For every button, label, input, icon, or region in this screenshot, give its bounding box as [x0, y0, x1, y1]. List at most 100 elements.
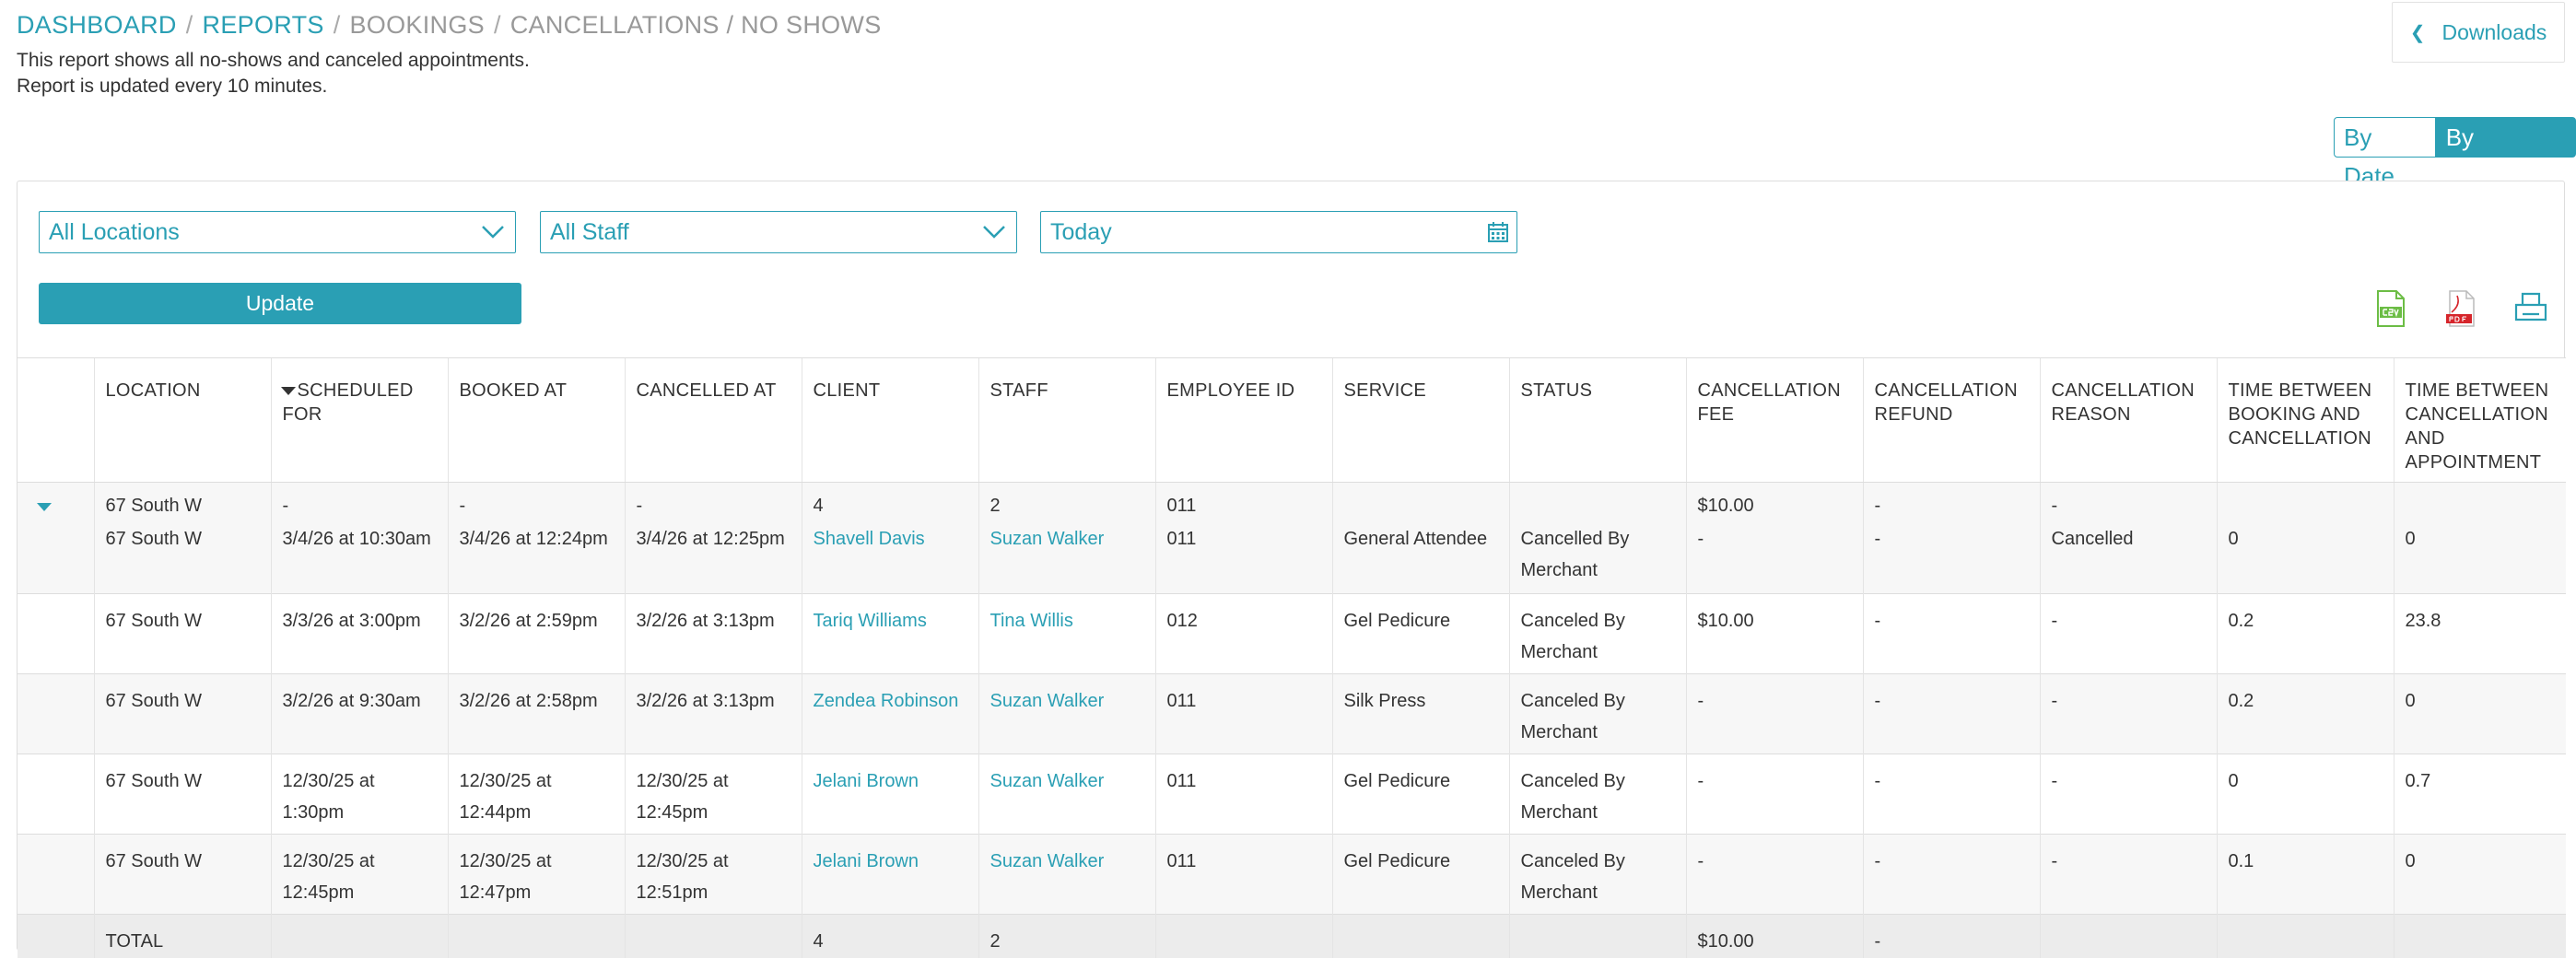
header-text: CANCELLATION — [2228, 428, 2371, 449]
cell-empty — [2393, 914, 2566, 958]
total-cancellation-fee: $10.00 — [1685, 914, 1863, 958]
header-text: BOOKING AND — [2228, 404, 2360, 425]
staff-link[interactable]: Suzan Walker — [990, 529, 1105, 549]
date-text: 12/30/25 at — [636, 851, 729, 871]
update-button[interactable]: Update — [39, 283, 521, 324]
cell-service: Silk Press — [1331, 673, 1509, 754]
location-select[interactable]: All Locations — [39, 211, 516, 253]
cell-time-cancellation-appointment: 0 — [2393, 673, 2566, 754]
cell-status: Cancelled By Merchant — [1508, 521, 1686, 594]
cell-time-cancellation-appointment: 0.7 — [2393, 754, 2566, 835]
breadcrumb-dashboard[interactable]: DASHBOARD — [17, 11, 177, 40]
date-range-value: Today — [1050, 219, 1112, 245]
time-text: 12:47pm — [459, 882, 532, 903]
header-location[interactable]: LOCATION — [93, 357, 271, 483]
staff-select[interactable]: All Staff — [540, 211, 1017, 253]
chevron-down-icon — [983, 226, 1005, 239]
header-time-booking-cancellation[interactable]: TIME BETWEEN BOOKING AND CANCELLATION — [2216, 357, 2394, 483]
client-link[interactable]: Jelani Brown — [814, 771, 919, 791]
by-date-toggle[interactable]: By Date — [2334, 117, 2436, 190]
cell-cancellation-reason: - — [2039, 482, 2217, 521]
downloads-button[interactable]: ❮ Downloads — [2392, 2, 2565, 63]
cell-time-cancellation-appointment: 0 — [2393, 521, 2566, 594]
breadcrumb: DASHBOARD / REPORTS / BOOKINGS / CANCELL… — [17, 11, 882, 40]
date-text: 12/30/25 at — [282, 771, 375, 791]
cell-scheduled-for: 3/3/26 at 3:00pm — [270, 593, 448, 674]
status-text: Merchant — [1520, 722, 1598, 742]
cell-empty — [1331, 914, 1509, 958]
header-text: CANCELLATION — [2405, 404, 2548, 425]
client-link[interactable]: Jelani Brown — [814, 851, 919, 871]
cell-employee-id: 012 — [1154, 593, 1332, 674]
header-booked-at[interactable]: BOOKED AT — [447, 357, 625, 483]
csv-icon[interactable] — [2371, 288, 2411, 329]
header-text: REFUND — [1874, 404, 1953, 425]
time-text: 12:44pm — [459, 802, 532, 823]
cell-location: 67 South W — [93, 673, 271, 754]
cell-client: Jelani Brown — [801, 834, 978, 915]
breadcrumb-separator: / — [333, 11, 341, 39]
header-text: REASON — [2051, 404, 2131, 425]
calendar-icon[interactable] — [1487, 221, 1509, 243]
header-cancellation-fee[interactable]: CANCELLATION FEE — [1685, 357, 1863, 483]
header-cancellation-reason[interactable]: CANCELLATION REASON — [2039, 357, 2217, 483]
cell-client: Zendea Robinson — [801, 673, 978, 754]
header-staff[interactable]: STAFF — [978, 357, 1155, 483]
cell-time-booking-cancellation: 0.2 — [2216, 673, 2394, 754]
header-cancelled-at[interactable]: CANCELLED AT — [624, 357, 802, 483]
cell-cancellation-fee: $10.00 — [1685, 593, 1863, 674]
client-link[interactable]: Zendea Robinson — [814, 691, 959, 711]
client-link[interactable]: Shavell Davis — [814, 529, 925, 549]
header-status[interactable]: STATUS — [1508, 357, 1686, 483]
date-text: 12/30/25 at — [282, 851, 375, 871]
table-header-row: LOCATION SCHEDULED FOR BOOKED AT CANCELLE… — [18, 357, 2566, 483]
cell-cancellation-reason: - — [2039, 593, 2217, 674]
client-link[interactable]: Tariq Williams — [814, 611, 927, 631]
cell-client: Jelani Brown — [801, 754, 978, 835]
cell-cancelled-at: - — [624, 482, 802, 521]
cell-employee-id: 011 — [1154, 673, 1332, 754]
group-expander[interactable] — [18, 482, 94, 521]
breadcrumb-current: CANCELLATIONS / NO SHOWS — [509, 11, 882, 39]
by-location-toggle[interactable]: By Location — [2435, 117, 2576, 190]
cell-cancellation-reason: - — [2039, 673, 2217, 754]
header-service[interactable]: SERVICE — [1331, 357, 1509, 483]
header-client[interactable]: CLIENT — [801, 357, 978, 483]
header-employee-id[interactable]: EMPLOYEE ID — [1154, 357, 1332, 483]
staff-link[interactable]: Tina Willis — [990, 611, 1073, 631]
cell-scheduled-for: 3/4/26 at 10:30am — [270, 521, 448, 594]
cell-empty — [624, 914, 802, 958]
header-cancellation-refund[interactable]: CANCELLATION REFUND — [1862, 357, 2040, 483]
date-range-picker[interactable]: Today — [1040, 211, 1517, 253]
date-text: 12/30/25 at — [636, 771, 729, 791]
time-text: 1:30pm — [282, 802, 345, 823]
header-time-cancellation-appointment[interactable]: TIME BETWEEN CANCELLATION AND APPOINTMENT — [2393, 357, 2566, 483]
staff-link[interactable]: Suzan Walker — [990, 851, 1105, 871]
cell-cancellation-refund: - — [1862, 482, 2040, 521]
pdf-icon[interactable] — [2441, 288, 2481, 329]
group-summary-row: 67 South W - - - 4 2 011 $10.00 - - — [18, 482, 2566, 521]
table-row: 67 South W 3/2/26 at 9:30am 3/2/26 at 2:… — [18, 673, 2566, 754]
cell-time-cancellation-appointment — [2393, 482, 2566, 521]
header-scheduled-for[interactable]: SCHEDULED FOR — [270, 357, 448, 483]
cell-time-booking-cancellation: 0 — [2216, 521, 2394, 594]
cell-service: Gel Pedicure — [1331, 754, 1509, 835]
breadcrumb-separator: / — [493, 11, 501, 39]
report-panel: All Locations All Staff Today Update LOC… — [17, 181, 2566, 958]
cell-cancellation-fee: - — [1685, 673, 1863, 754]
table-row: 67 South W 3/4/26 at 10:30am 3/4/26 at 1… — [18, 521, 2566, 594]
cell-scheduled-for: 12/30/25 at 1:30pm — [270, 754, 448, 835]
total-label: TOTAL — [93, 914, 271, 958]
breadcrumb-reports[interactable]: REPORTS — [203, 11, 324, 40]
staff-link[interactable]: Suzan Walker — [990, 691, 1105, 711]
staff-link[interactable]: Suzan Walker — [990, 771, 1105, 791]
time-text: 12:45pm — [282, 882, 355, 903]
cell-scheduled-for: 3/2/26 at 9:30am — [270, 673, 448, 754]
cell-cancelled-at: 12/30/25 at 12:51pm — [624, 834, 802, 915]
print-icon[interactable] — [2511, 288, 2551, 329]
cell-staff-count: 2 — [978, 482, 1155, 521]
cell-cancellation-fee: - — [1685, 754, 1863, 835]
location-select-value: All Locations — [49, 219, 180, 245]
caret-down-icon[interactable] — [37, 503, 52, 511]
cell-cancellation-fee: $10.00 — [1685, 482, 1863, 521]
